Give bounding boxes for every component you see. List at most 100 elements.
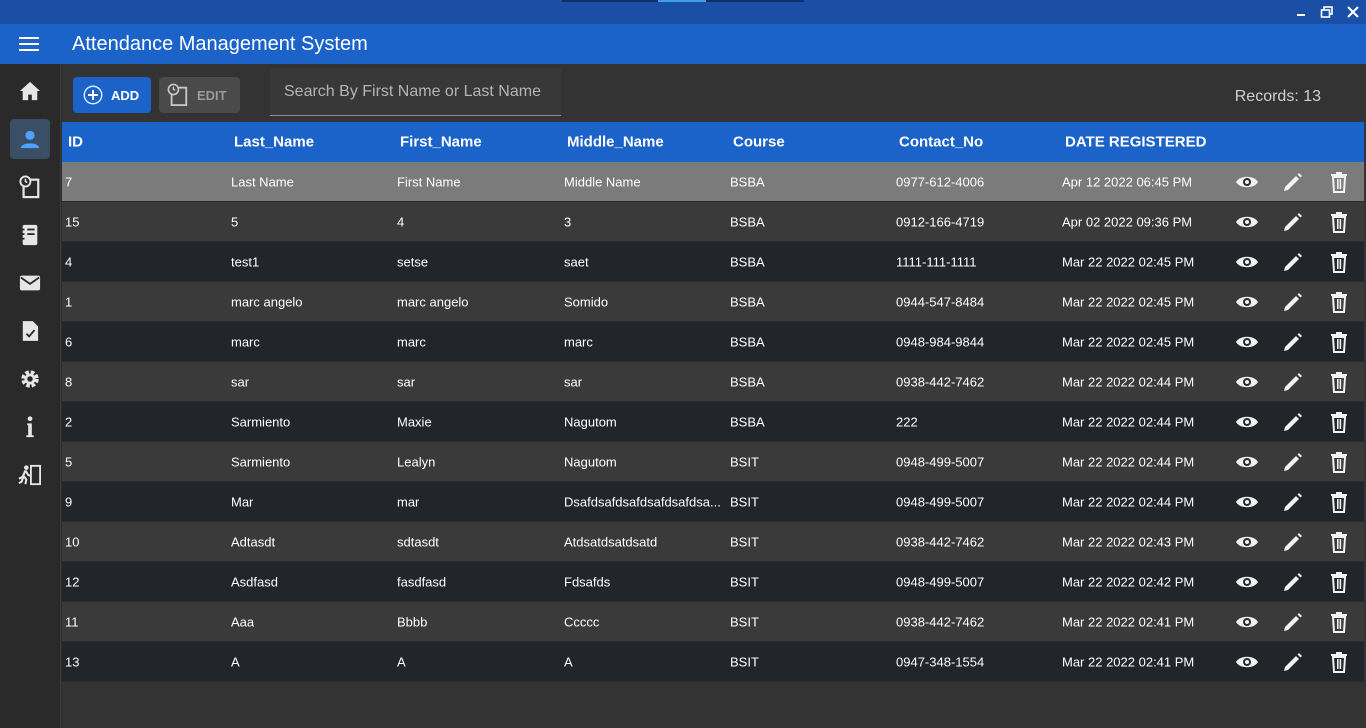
edit-button-label: EDIT [197,87,227,103]
view-button[interactable] [1235,490,1259,514]
edit-row-button[interactable] [1281,450,1305,474]
cell-first-name: marc angelo [397,294,469,309]
book-icon [21,224,38,246]
view-button[interactable] [1235,410,1259,434]
edit-row-button[interactable] [1281,610,1305,634]
cell-middle-name: 3 [564,214,572,229]
restore-button[interactable] [1314,0,1340,24]
delete-button[interactable] [1327,250,1351,274]
delete-button[interactable] [1327,450,1351,474]
table-row[interactable]: 15 5 4 3 BSBA 0912-166-4719 Apr 02 2022 09:36 … [62,202,1364,242]
edit-row-button[interactable] [1281,530,1305,554]
cell-date-registered: Mar 22 2022 02:41 PM [1062,614,1195,629]
cell-last-name: Last Name [231,174,294,189]
sidebar-item-courses[interactable] [10,215,50,255]
delete-button[interactable] [1327,330,1351,354]
table-row[interactable]: 13 A A A BSIT 0947-348-1554 Mar 22 2022 02:41 … [62,642,1364,682]
edit-row-button[interactable] [1281,490,1305,514]
delete-button[interactable] [1327,370,1351,394]
delete-button[interactable] [1327,650,1351,674]
edit-row-button[interactable] [1281,570,1305,594]
cell-middle-name: Fdsafds [564,574,611,589]
view-button[interactable] [1235,650,1259,674]
view-button[interactable] [1235,370,1259,394]
column-header-date-registered[interactable]: DATE REGISTERED [1065,134,1206,151]
sidebar-item-settings[interactable] [10,359,50,399]
view-button[interactable] [1235,450,1259,474]
view-button[interactable] [1235,530,1259,554]
sidebar-item-home[interactable] [10,71,50,111]
column-header-last-name[interactable]: Last_Name [234,134,314,151]
pencil-icon [1284,613,1302,631]
sidebar-item-about[interactable] [10,407,50,447]
cell-last-name: 5 [231,214,239,229]
edit-row-button[interactable] [1281,410,1305,434]
table-row[interactable]: 9 Mar mar Dsafdsafdsafdsafdsafdsa... BSIT 094… [62,482,1364,522]
edit-row-button[interactable] [1281,210,1305,234]
table-row[interactable]: 4 test1 setse saet BSBA 1111-111-1111 Mar 22 2… [62,242,1364,282]
sidebar-item-attendance[interactable] [10,167,50,207]
delete-button[interactable] [1327,170,1351,194]
sidebar-item-messages[interactable] [10,263,50,303]
table-row[interactable]: 7 Last Name First Name Middle Name BSBA 0977-… [62,162,1364,202]
clock-document-icon [19,175,40,199]
column-header-middle-name[interactable]: Middle_Name [567,134,664,151]
delete-button[interactable] [1327,290,1351,314]
table-row[interactable]: 12 Asdfasd fasdfasd Fdsafds BSIT 0948-499-500… [62,562,1364,602]
trash-icon [1331,572,1347,593]
sidebar-item-reports[interactable] [10,311,50,351]
edit-row-button[interactable] [1281,370,1305,394]
edit-row-button[interactable] [1281,330,1305,354]
table-row[interactable]: 11 Aaa Bbbb Ccccc BSIT 0938-442-7462 Mar 22 20… [62,602,1364,642]
delete-button[interactable] [1327,490,1351,514]
edit-button[interactable]: EDIT [159,77,240,113]
trash-icon [1331,412,1347,433]
search-input[interactable] [270,68,561,116]
delete-button[interactable] [1327,610,1351,634]
sidebar-item-logout[interactable] [10,455,50,495]
edit-row-button[interactable] [1281,650,1305,674]
cell-course: BSIT [730,534,759,549]
table-row[interactable]: 2 Sarmiento Maxie Nagutom BSBA 222 Mar 22 2022… [62,402,1364,442]
cell-last-name: Asdfasd [231,574,278,589]
pencil-icon [1284,453,1302,471]
cell-last-name: test1 [231,254,260,269]
table-row[interactable]: 1 marc angelo marc angelo Somido BSBA 0944-54… [62,282,1364,322]
view-button[interactable] [1235,250,1259,274]
view-button[interactable] [1235,570,1259,594]
table-row[interactable]: 10 Adtasdt sdtasdt Atdsatdsatdsatd BSIT 0938-… [62,522,1364,562]
eye-icon [1236,576,1258,588]
close-button[interactable] [1340,0,1366,24]
delete-button[interactable] [1327,570,1351,594]
view-button[interactable] [1235,170,1259,194]
view-button[interactable] [1235,210,1259,234]
pencil-icon [1284,573,1302,591]
cell-date-registered: Mar 22 2022 02:45 PM [1062,254,1195,269]
column-header-id[interactable]: ID [68,134,83,151]
minimize-button[interactable] [1288,0,1314,24]
column-header-contact-no[interactable]: Contact_No [899,134,983,151]
view-button[interactable] [1235,330,1259,354]
view-button[interactable] [1235,610,1259,634]
view-button[interactable] [1235,290,1259,314]
table-row[interactable]: 8 sar sar sar BSBA 0938-442-7462 Mar 22 2022 0… [62,362,1364,402]
add-button[interactable]: ADD [73,77,151,113]
hamburger-menu-button[interactable] [14,32,44,56]
delete-button[interactable] [1327,530,1351,554]
cell-middle-name: Somido [564,294,609,309]
sidebar-item-students[interactable] [10,119,50,159]
table-row[interactable]: 5 Sarmiento Lealyn Nagutom BSIT 0948-499-5007… [62,442,1364,482]
delete-button[interactable] [1327,410,1351,434]
cell-contact-no: 0977-612-4006 [896,174,985,189]
edit-row-button[interactable] [1281,170,1305,194]
edit-row-button[interactable] [1281,250,1305,274]
cell-last-name: Sarmiento [231,414,291,429]
column-header-course[interactable]: Course [733,134,785,151]
cell-course: BSIT [730,574,759,589]
delete-button[interactable] [1327,210,1351,234]
trash-icon [1331,452,1347,473]
cell-last-name: Adtasdt [231,534,276,549]
column-header-first-name[interactable]: First_Name [400,134,482,151]
edit-row-button[interactable] [1281,290,1305,314]
table-row[interactable]: 6 marc marc marc BSBA 0948-984-9844 Mar 22 202… [62,322,1364,362]
